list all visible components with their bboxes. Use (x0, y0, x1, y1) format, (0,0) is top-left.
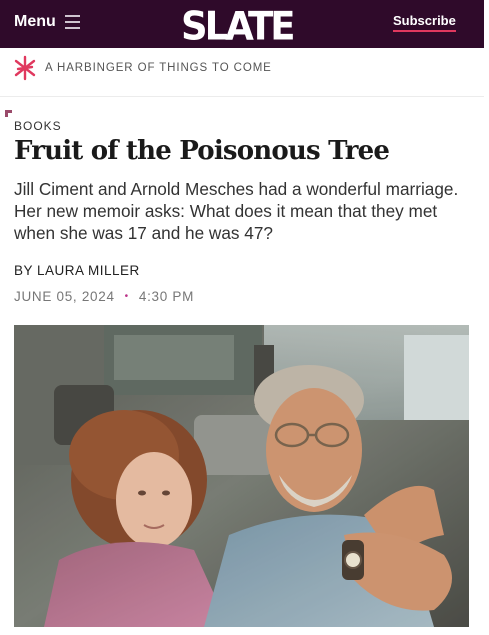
separator-dot-icon: • (124, 291, 129, 302)
publish-time: 4:30 PM (138, 289, 195, 304)
lead-photo (14, 325, 469, 627)
menu-label: Menu (14, 13, 56, 30)
byline[interactable]: BY LAURA MILLER (14, 263, 140, 278)
article-headline: Fruit of the Poisonous Tree (14, 136, 390, 166)
dateline: JUNE 05, 2024 • 4:30 PM (14, 289, 194, 304)
slate-logo[interactable]: SLATE (181, 5, 296, 48)
publish-date: JUNE 05, 2024 (14, 289, 115, 304)
top-nav-bar: Menu SLATE Subscribe (0, 0, 484, 48)
article-dek: Jill Ciment and Arnold Mesches had a won… (14, 179, 459, 243)
subscribe-link[interactable]: Subscribe (393, 13, 456, 32)
series-banner[interactable]: A HARBINGER OF THINGS TO COME (14, 55, 272, 81)
corner-mark-icon (5, 110, 12, 117)
section-kicker[interactable]: BOOKS (14, 119, 62, 133)
divider (0, 96, 484, 97)
menu-button[interactable]: Menu (14, 13, 80, 31)
hamburger-icon (64, 15, 80, 29)
lead-photo-image (14, 325, 469, 627)
harbinger-star-icon (14, 55, 36, 81)
series-label: A HARBINGER OF THINGS TO COME (45, 62, 272, 74)
